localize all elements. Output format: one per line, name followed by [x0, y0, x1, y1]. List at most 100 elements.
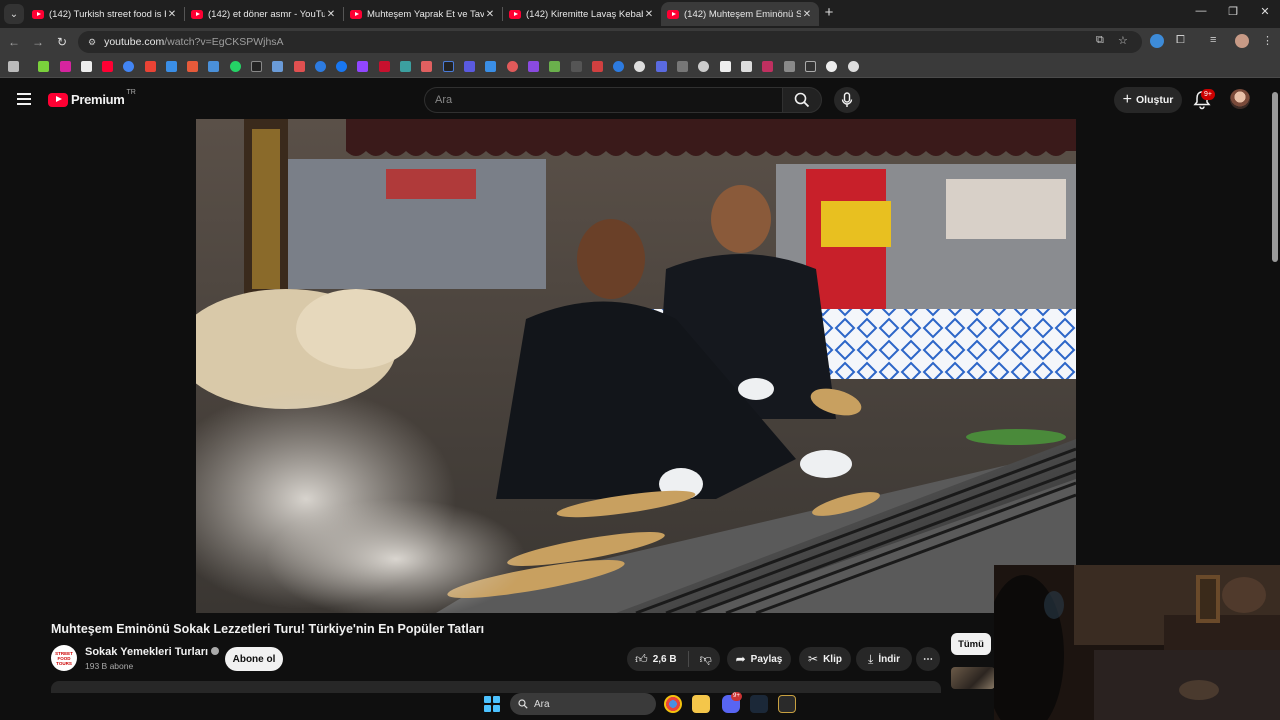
- like-dislike-group: 👍︎ 2,6 B 👎︎: [627, 647, 720, 671]
- profile-avatar-icon[interactable]: [1235, 34, 1249, 48]
- bookmark-icon[interactable]: [400, 61, 411, 72]
- facebook-icon[interactable]: [336, 61, 347, 72]
- apps-grid-icon[interactable]: [8, 61, 19, 72]
- extension-icon[interactable]: [1150, 34, 1164, 48]
- browser-tab[interactable]: Muhteşem Yaprak Et ve Tavuk D ✕: [344, 2, 502, 26]
- more-actions-button[interactable]: ⋯: [916, 647, 940, 671]
- bookmark-icon[interactable]: [784, 61, 795, 72]
- tab-close-icon[interactable]: ✕: [801, 9, 813, 20]
- bookmark-icon[interactable]: [677, 61, 688, 72]
- minimize-icon[interactable]: —: [1186, 5, 1216, 17]
- channel-avatar[interactable]: STREET FOOD TOURS: [51, 645, 77, 671]
- back-arrow-icon[interactable]: ←: [6, 34, 22, 50]
- plus-icon: +: [1122, 91, 1132, 108]
- bookmark-icon[interactable]: [549, 61, 560, 72]
- channel-name[interactable]: Sokak Yemekleri Turları: [85, 646, 220, 658]
- taskbar-search-input[interactable]: Ara: [510, 693, 656, 715]
- voice-search-button[interactable]: [834, 87, 860, 113]
- instagram-icon[interactable]: [60, 61, 71, 72]
- bookmark-icon[interactable]: [720, 61, 731, 72]
- file-explorer-icon[interactable]: [692, 695, 710, 713]
- gmail-icon[interactable]: [145, 61, 156, 72]
- google-icon[interactable]: [123, 61, 134, 72]
- site-info-icon[interactable]: ⚙: [88, 37, 96, 48]
- bookmark-icon[interactable]: [613, 61, 624, 72]
- tab-title: (142) Turkish street food is HEA: [49, 8, 166, 20]
- bookmark-icon[interactable]: [762, 61, 773, 72]
- bookmark-icon[interactable]: [698, 61, 709, 72]
- subscribe-button[interactable]: Abone ol: [225, 647, 283, 671]
- browser-menu-icon[interactable]: ⋮: [1262, 34, 1273, 47]
- steam-app-icon[interactable]: [750, 695, 768, 713]
- browser-tab[interactable]: (142) Kiremitte Lavaş Kebabı | G ✕: [503, 2, 661, 26]
- bookmark-icon[interactable]: [208, 61, 219, 72]
- browser-tab[interactable]: (142) Turkish street food is HEA ✕: [26, 2, 184, 26]
- restore-icon[interactable]: ❐: [1218, 5, 1248, 18]
- whatsapp-icon[interactable]: [230, 61, 241, 72]
- bookmark-icon[interactable]: [485, 61, 496, 72]
- bookmark-icon[interactable]: [848, 61, 859, 72]
- youtube-header: Premium TR Ara + Oluştur: [0, 79, 1280, 119]
- bookmark-icon[interactable]: [379, 61, 390, 72]
- x-icon[interactable]: [81, 61, 92, 72]
- browser-tab[interactable]: (142) et döner asmr - YouTube ✕: [185, 2, 343, 26]
- like-count[interactable]: 2,6 B: [653, 654, 677, 665]
- bookmark-icon[interactable]: [826, 61, 837, 72]
- bookmark-icon[interactable]: [741, 61, 752, 72]
- account-avatar[interactable]: [1230, 89, 1250, 109]
- bookmark-star-icon[interactable]: ☆: [1118, 34, 1128, 47]
- tab-close-icon[interactable]: ✕: [325, 9, 337, 20]
- page-scrollbar[interactable]: [1272, 92, 1278, 262]
- youtube-premium-logo[interactable]: Premium TR: [48, 89, 136, 107]
- filter-chip-all[interactable]: Tümü: [951, 633, 991, 655]
- browser-tab-active[interactable]: (142) Muhteşem Eminönü Soka ✕: [661, 2, 819, 26]
- chrome-app-icon[interactable]: [664, 695, 682, 713]
- youtube-icon[interactable]: [102, 61, 113, 72]
- share-button[interactable]: ➦ Paylaş: [727, 647, 791, 671]
- bookmark-icon[interactable]: [187, 61, 198, 72]
- bookmark-icon[interactable]: [421, 61, 432, 72]
- twitch-icon[interactable]: [357, 61, 368, 72]
- bookmark-icon[interactable]: [656, 61, 667, 72]
- video-player[interactable]: [196, 119, 1076, 613]
- bookmark-icon[interactable]: [251, 61, 262, 72]
- search-input[interactable]: Ara: [424, 87, 782, 113]
- bookmark-icon[interactable]: [294, 61, 305, 72]
- window-close-icon[interactable]: ✕: [1250, 5, 1280, 18]
- hamburger-icon[interactable]: [17, 93, 31, 105]
- bookmark-icon[interactable]: [464, 61, 475, 72]
- bookmark-icon[interactable]: [507, 61, 518, 72]
- tab-close-icon[interactable]: ✕: [643, 9, 655, 20]
- tab-close-icon[interactable]: ✕: [484, 9, 496, 20]
- bookmark-icon[interactable]: [315, 61, 326, 72]
- reload-icon[interactable]: ↻: [54, 34, 70, 50]
- bookmark-icon[interactable]: [272, 61, 283, 72]
- reading-list-icon[interactable]: ≡: [1210, 34, 1216, 46]
- youtube-favicon-icon: [191, 9, 203, 19]
- search-icon: [794, 92, 810, 108]
- bookmark-icon[interactable]: [166, 61, 177, 72]
- bookmark-icon[interactable]: [443, 61, 454, 72]
- bookmark-icon[interactable]: [592, 61, 603, 72]
- new-tab-button[interactable]: +: [820, 5, 838, 23]
- recommended-thumbnail[interactable]: [951, 667, 995, 689]
- bookmark-icon[interactable]: [571, 61, 582, 72]
- create-button[interactable]: + Oluştur: [1114, 87, 1182, 113]
- search-button[interactable]: [782, 87, 822, 113]
- extensions-puzzle-icon[interactable]: ⧠: [1176, 34, 1185, 47]
- forward-arrow-icon[interactable]: →: [30, 34, 46, 50]
- dislike-icon[interactable]: 👎︎: [700, 652, 712, 667]
- bookmark-icon[interactable]: [38, 61, 49, 72]
- app-icon[interactable]: [778, 695, 796, 713]
- bookmark-icon[interactable]: [634, 61, 645, 72]
- tab-close-icon[interactable]: ✕: [166, 9, 178, 20]
- windows-start-icon[interactable]: [484, 696, 500, 712]
- bookmark-icon[interactable]: [805, 61, 816, 72]
- cast-icon[interactable]: ⧉: [1096, 34, 1104, 47]
- clip-button[interactable]: ✂ Klip: [799, 647, 851, 671]
- bookmark-icon[interactable]: [528, 61, 539, 72]
- download-button[interactable]: ⤓ İndir: [856, 647, 912, 671]
- like-icon[interactable]: 👍︎: [635, 652, 648, 667]
- tab-search-chevron-icon[interactable]: ⌄: [4, 4, 24, 24]
- address-bar[interactable]: ⚙ youtube.com/watch?v=EgCKSPWjhsA: [78, 31, 1142, 53]
